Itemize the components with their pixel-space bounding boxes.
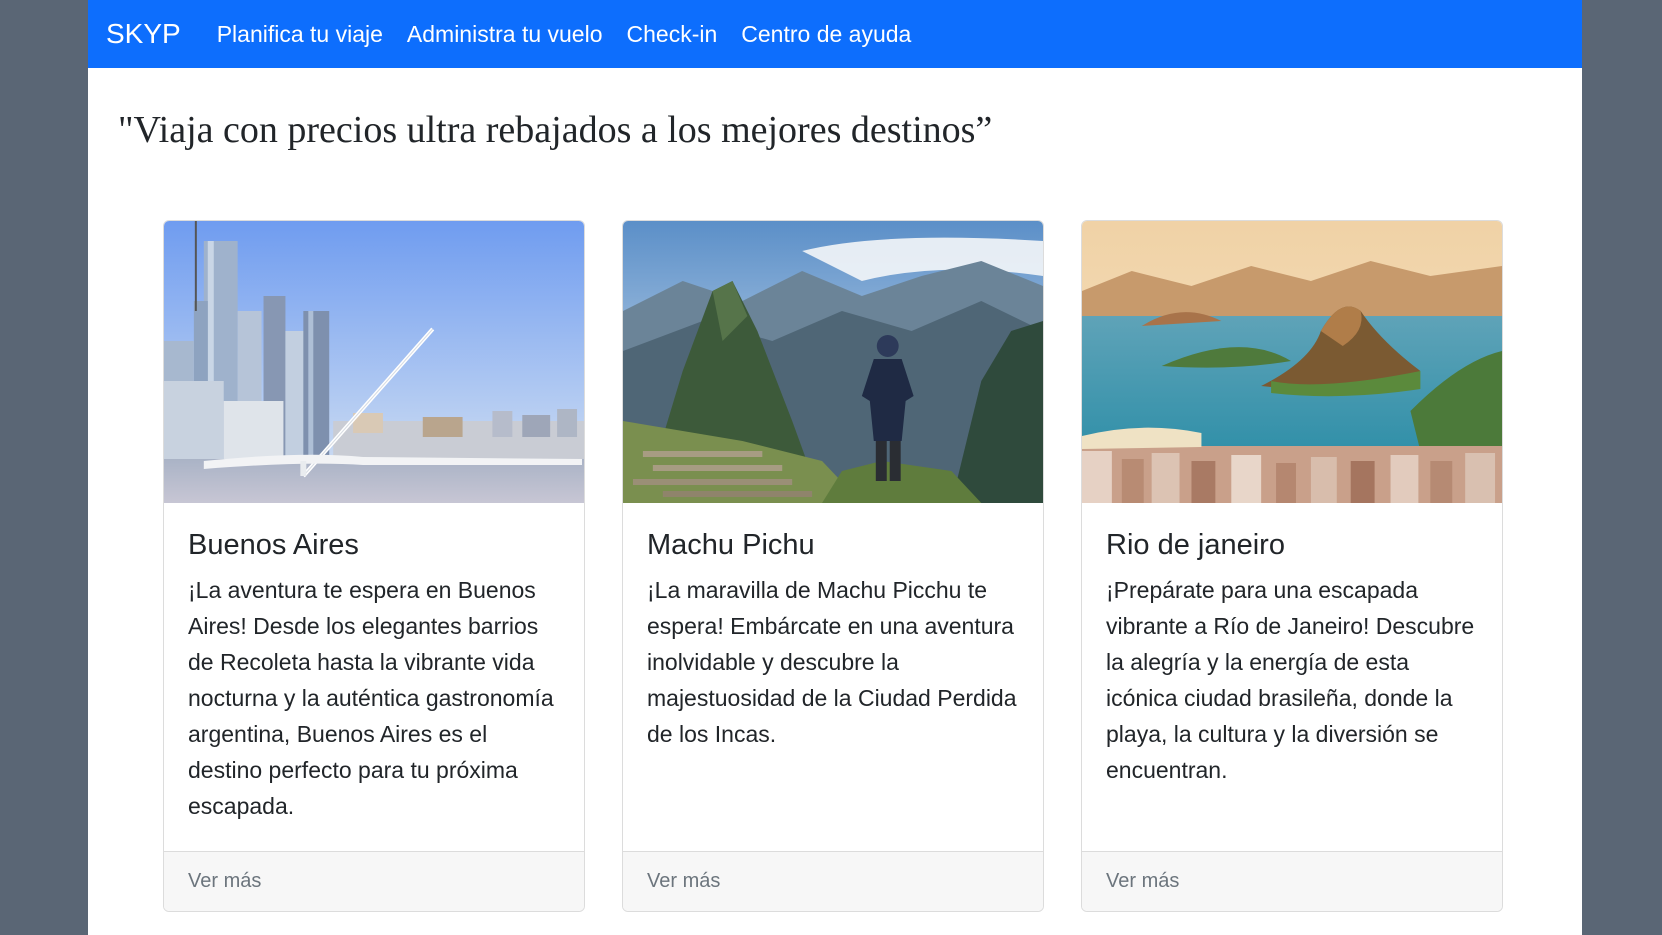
card-description: ¡La aventura te espera en Buenos Aires! … <box>188 577 554 819</box>
card-body: Rio de janeiro ¡Prepárate para una escap… <box>1082 503 1502 788</box>
machu-picchu-image <box>623 221 1043 503</box>
destination-card-buenos-aires: Buenos Aires ¡La aventura te espera en B… <box>163 220 585 912</box>
page: SKYP Planifica tu viaje Administra tu vu… <box>88 0 1582 935</box>
card-footer: Ver más <box>164 851 584 911</box>
card-title: Rio de janeiro <box>1106 529 1285 561</box>
card-title: Buenos Aires <box>188 529 359 561</box>
destination-card-rio-de-janeiro: Rio de janeiro ¡Prepárate para una escap… <box>1081 220 1503 912</box>
nav-check-in[interactable]: Check-in <box>627 21 718 48</box>
card-description: ¡La maravilla de Machu Picchu te espera!… <box>647 577 1017 747</box>
see-more-link[interactable]: Ver más <box>647 870 720 893</box>
nav-manage-flight[interactable]: Administra tu vuelo <box>407 21 603 48</box>
top-navbar: SKYP Planifica tu viaje Administra tu vu… <box>88 0 1582 68</box>
card-title: Machu Pichu <box>647 529 815 561</box>
buenos-aires-image <box>164 221 584 503</box>
see-more-link[interactable]: Ver más <box>1106 870 1179 893</box>
rio-de-janeiro-image <box>1082 221 1502 503</box>
destination-cards: Buenos Aires ¡La aventura te espera en B… <box>163 220 1503 912</box>
card-footer: Ver más <box>1082 851 1502 911</box>
see-more-link[interactable]: Ver más <box>188 870 261 893</box>
destination-card-machu-pichu: Machu Pichu ¡La maravilla de Machu Picch… <box>622 220 1044 912</box>
brand-logo[interactable]: SKYP <box>106 18 181 50</box>
nav-help-center[interactable]: Centro de ayuda <box>741 21 911 48</box>
card-body: Buenos Aires ¡La aventura te espera en B… <box>164 503 584 824</box>
nav-plan-trip[interactable]: Planifica tu viaje <box>217 21 383 48</box>
card-footer: Ver más <box>623 851 1043 911</box>
card-description: ¡Prepárate para una escapada vibrante a … <box>1106 577 1475 783</box>
card-body: Machu Pichu ¡La maravilla de Machu Picch… <box>623 503 1043 752</box>
page-headline: "Viaja con precios ultra rebajados a los… <box>118 109 993 151</box>
